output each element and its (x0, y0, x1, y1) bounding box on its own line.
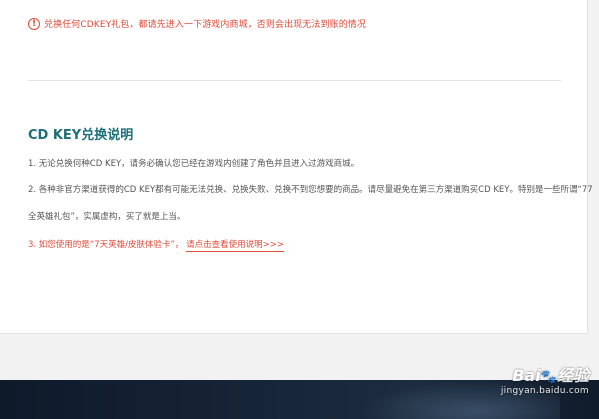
instruction-line-2: 2. 各种非官方渠道获得的CD KEY都有可能无法兑换、兑换失败、兑换不到您想要… (28, 185, 593, 195)
exclamation-circle-icon: ! (28, 17, 40, 30)
divider (28, 80, 561, 81)
notice-row: ! 兑换任何CDKEY礼包，都请先进入一下游戏内商城，否则会出现无法到账的情况 (28, 17, 366, 30)
instruction-line-1: 1. 无论兑换何种CD KEY，请务必确认您已经在游戏内创建了角色并且进入过游戏… (28, 159, 360, 169)
baidu-jingyan-watermark: Bai🐾经验 jingyan.baidu.com (501, 362, 589, 396)
usage-guide-link[interactable]: 请点击查看使用说明>>> (186, 240, 284, 252)
section-title: CD KEY兑换说明 (28, 128, 134, 143)
instruction-line-3-text: 3. 如您使用的是“7天英雄/皮肤体验卡”， (28, 240, 184, 250)
content-card: ! 兑换任何CDKEY礼包，都请先进入一下游戏内商城，否则会出现无法到账的情况 … (0, 0, 593, 334)
notice-text: 兑换任何CDKEY礼包，都请先进入一下游戏内商城，否则会出现无法到账的情况 (44, 20, 367, 30)
watermark-logo: Bai🐾经验 (512, 366, 589, 385)
paw-icon: 🐾 (540, 370, 557, 385)
instruction-line-3: 3. 如您使用的是“7天英雄/皮肤体验卡”， 请点击查看使用说明>>> (28, 238, 284, 252)
instruction-line-2-continued: 全英雄礼包”，实属虚构，买了就是上当。 (28, 212, 186, 222)
watermark-url: jingyan.baidu.com (500, 386, 589, 396)
